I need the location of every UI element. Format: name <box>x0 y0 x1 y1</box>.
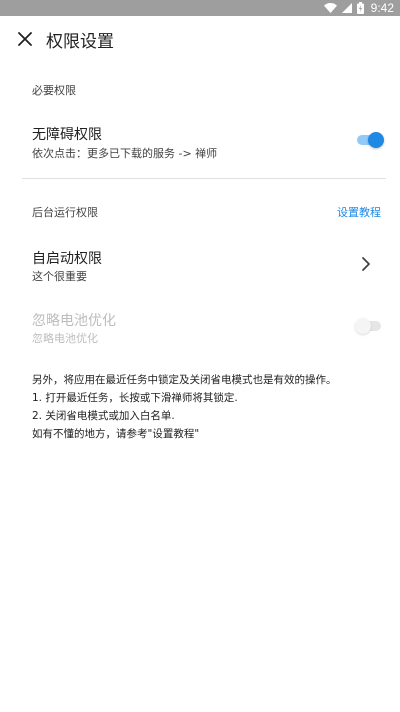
note-line: 另外，将应用在最近任务中锁定及关闭省电模式也是有效的操作。 <box>32 374 337 386</box>
battery-optimization-title: 忽略电池优化 <box>32 313 116 329</box>
chevron-right-icon <box>362 257 370 271</box>
accessibility-toggle[interactable] <box>357 132 384 148</box>
accessibility-permission-row[interactable]: 无障碍权限 依次点击：更多已下载的服务 -> 禅师 <box>0 112 400 170</box>
note-line: 如有不懂的地方，请参考"设置教程" <box>32 428 200 440</box>
section-header-background: 后台运行权限 <box>32 206 98 219</box>
note-line: 2. 关闭省电模式或加入白名单. <box>32 410 175 422</box>
accessibility-permission-title: 无障碍权限 <box>32 127 102 143</box>
wifi-icon <box>323 3 337 13</box>
accessibility-permission-subtitle: 依次点击：更多已下载的服务 -> 禅师 <box>32 147 218 160</box>
battery-optimization-row: 忽略电池优化 忽略电池优化 <box>0 298 400 354</box>
toolbar: 权限设置 <box>0 16 400 62</box>
battery-icon <box>356 2 364 14</box>
status-time: 9:42 <box>370 1 394 15</box>
status-bar: 9:42 <box>0 0 400 16</box>
note-line: 1. 打开最近任务，长按或下滑禅师将其锁定. <box>32 392 238 404</box>
signal-icon <box>341 3 352 13</box>
tutorial-link[interactable]: 设置教程 <box>337 204 381 220</box>
autostart-permission-title: 自启动权限 <box>32 251 102 267</box>
autostart-permission-subtitle: 这个很重要 <box>32 270 87 283</box>
section-divider <box>22 178 386 179</box>
instructions-note: 另外，将应用在最近任务中锁定及关闭省电模式也是有效的操作。 1. 打开最近任务，… <box>32 371 382 443</box>
page-title: 权限设置 <box>46 31 114 52</box>
autostart-permission-row[interactable]: 自启动权限 这个很重要 <box>0 236 400 292</box>
battery-optimization-toggle <box>355 318 381 334</box>
close-button[interactable] <box>2 16 48 62</box>
close-icon <box>18 32 32 46</box>
battery-optimization-subtitle: 忽略电池优化 <box>32 332 98 345</box>
section-header-required: 必要权限 <box>32 84 76 97</box>
